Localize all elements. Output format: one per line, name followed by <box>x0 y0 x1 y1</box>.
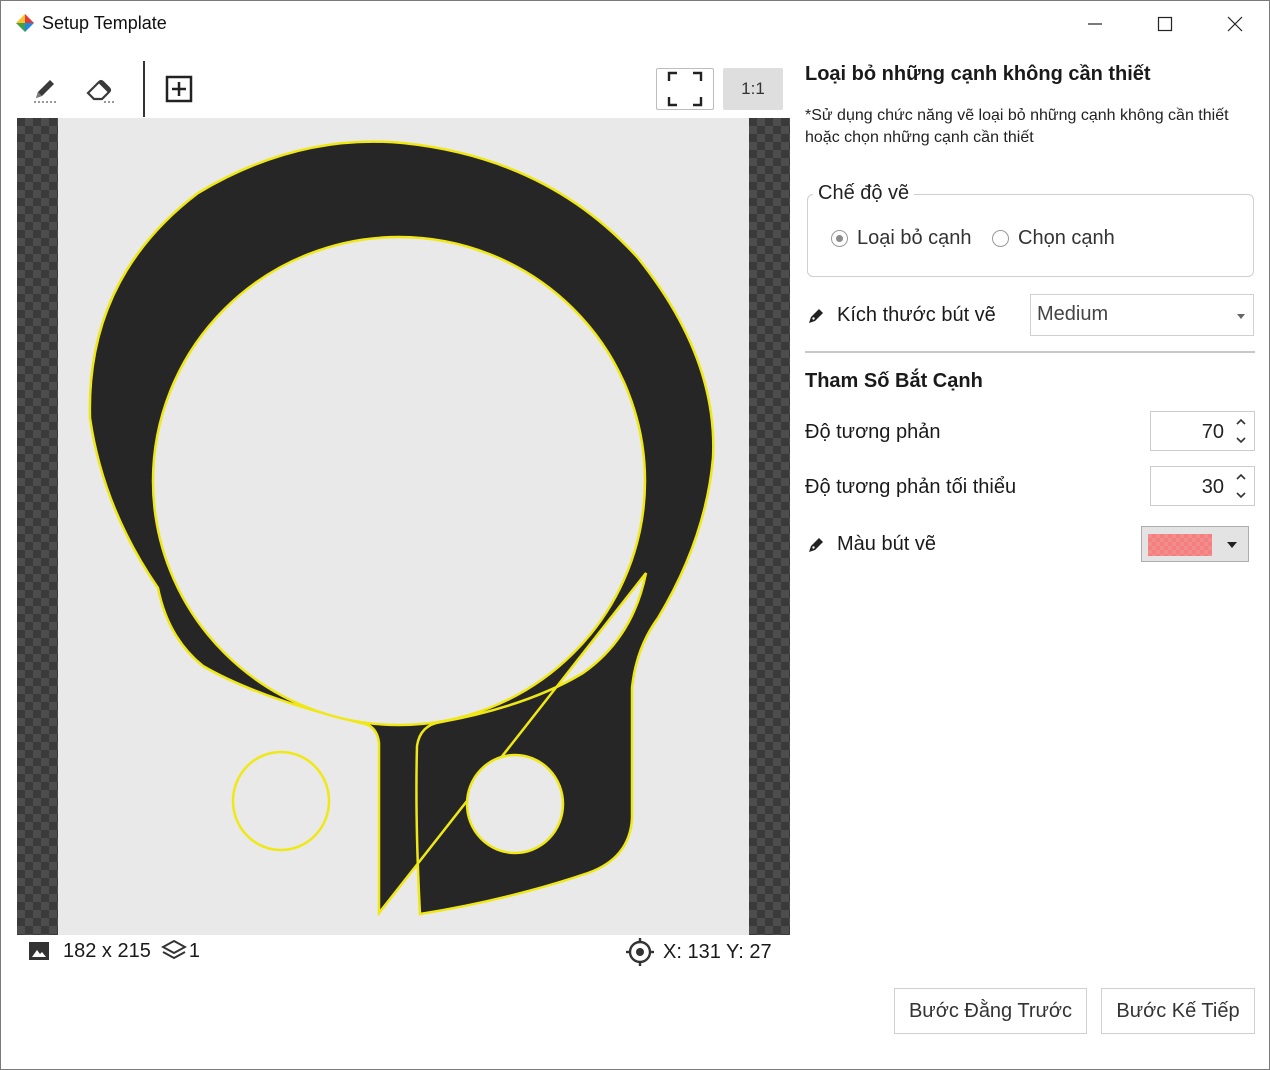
layer-count-text: 1 <box>188 939 200 962</box>
image-canvas[interactable] <box>17 118 790 935</box>
maximize-icon <box>1157 16 1173 32</box>
brush-size-value: Medium <box>1037 303 1109 325</box>
min-contrast-increment-button[interactable] <box>1229 468 1253 486</box>
brush-color-label: Màu bút vẽ <box>807 533 936 556</box>
chevron-down-icon <box>1236 492 1246 499</box>
radio-remove-edge-indicator <box>831 230 848 247</box>
minimize-button[interactable] <box>1060 1 1130 47</box>
app-logo-icon <box>16 14 34 32</box>
min-contrast-stepper[interactable]: 30 <box>1150 466 1255 506</box>
chevron-down-icon <box>1237 314 1245 319</box>
retaining-ring-image <box>88 140 715 917</box>
canvas-transparent-right <box>749 118 790 935</box>
contrast-label-text: Độ tương phản <box>805 421 941 443</box>
image-size-text: 182 x 215 <box>63 939 151 962</box>
contrast-increment-button[interactable] <box>1229 413 1253 431</box>
minimize-icon <box>1088 23 1102 25</box>
next-step-button[interactable]: Bước Kế Tiếp <box>1101 988 1255 1034</box>
add-region-button[interactable] <box>161 71 197 107</box>
image-size-status: 182 x 215 1 <box>27 939 200 963</box>
pen-nib-icon <box>809 537 823 552</box>
setup-template-window: Setup Template 1:1 182 x 215 1 X: 131 Y:… <box>0 0 1270 1070</box>
pencil-icon <box>34 80 56 103</box>
dropdown-arrow-icon <box>1227 542 1237 548</box>
panel-title: Loại bỏ những cạnh không cần thiết <box>805 63 1151 85</box>
crosshair-icon <box>626 938 654 966</box>
close-icon <box>1227 16 1243 32</box>
contrast-value: 70 <box>1201 421 1224 443</box>
cursor-position-status: X: 131 Y: 27 <box>625 937 772 967</box>
section-divider <box>805 351 1255 353</box>
left-lug-hole-edge <box>231 750 331 852</box>
min-contrast-label: Độ tương phản tối thiểu <box>805 476 1016 499</box>
contrast-label: Độ tương phản <box>805 421 940 444</box>
chevron-up-icon <box>1236 418 1246 425</box>
fullscreen-icon <box>667 71 703 107</box>
title-bar: Setup Template <box>1 1 1269 47</box>
eraser-icon <box>86 79 116 103</box>
previous-step-button[interactable]: Bước Đằng Trước <box>894 988 1087 1034</box>
radio-select-edge-indicator <box>992 230 1009 247</box>
contrast-stepper[interactable]: 70 <box>1150 411 1255 451</box>
min-contrast-decrement-button[interactable] <box>1229 486 1253 504</box>
zoom-1to1-button[interactable]: 1:1 <box>723 68 783 110</box>
layers-icon <box>160 939 187 960</box>
brush-size-label: Kích thước bút vẽ <box>807 304 996 327</box>
maximize-button[interactable] <box>1130 1 1200 47</box>
eraser-tool-button[interactable] <box>81 71 121 107</box>
brush-color-picker[interactable] <box>1141 526 1249 562</box>
brush-color-swatch <box>1148 534 1212 556</box>
image-icon <box>29 942 49 960</box>
chevron-up-icon <box>1236 473 1246 480</box>
radio-select-edge-label: Chọn cạnh <box>1018 227 1115 249</box>
add-box-icon <box>165 75 193 103</box>
min-contrast-label-text: Độ tương phản tối thiểu <box>805 476 1017 498</box>
min-contrast-value: 30 <box>1201 476 1224 498</box>
close-button[interactable] <box>1200 1 1270 47</box>
edge-params-title: Tham Số Bắt Cạnh <box>805 370 983 392</box>
pencil-tool-button[interactable] <box>27 71 63 107</box>
brush-size-text: Kích thước bút vẽ <box>837 304 996 326</box>
contrast-decrement-button[interactable] <box>1229 431 1253 449</box>
draw-mode-legend: Chế độ vẽ <box>813 182 915 205</box>
pen-nib-icon <box>809 308 823 323</box>
radio-remove-edge-label: Loại bỏ cạnh <box>857 227 972 249</box>
radio-select-edge[interactable]: Chọn cạnh <box>992 227 1115 250</box>
right-lug-hole-edge <box>465 753 565 855</box>
window-title: Setup Template <box>42 13 167 33</box>
panel-note: *Sử dụng chức năng vẽ loại bỏ những cạnh… <box>805 107 1229 146</box>
cursor-position-text: X: 131 Y: 27 <box>663 940 772 963</box>
chevron-down-icon <box>1236 437 1246 444</box>
toolbar-separator <box>143 61 145 117</box>
radio-remove-edge[interactable]: Loại bỏ cạnh <box>831 227 972 250</box>
template-image <box>58 118 749 935</box>
canvas-transparent-left <box>17 118 58 935</box>
fit-to-screen-button[interactable] <box>656 68 714 110</box>
inner-ring-edge <box>151 235 647 727</box>
brush-size-select[interactable]: Medium <box>1030 294 1254 336</box>
brush-color-text: Màu bút vẽ <box>837 533 936 555</box>
